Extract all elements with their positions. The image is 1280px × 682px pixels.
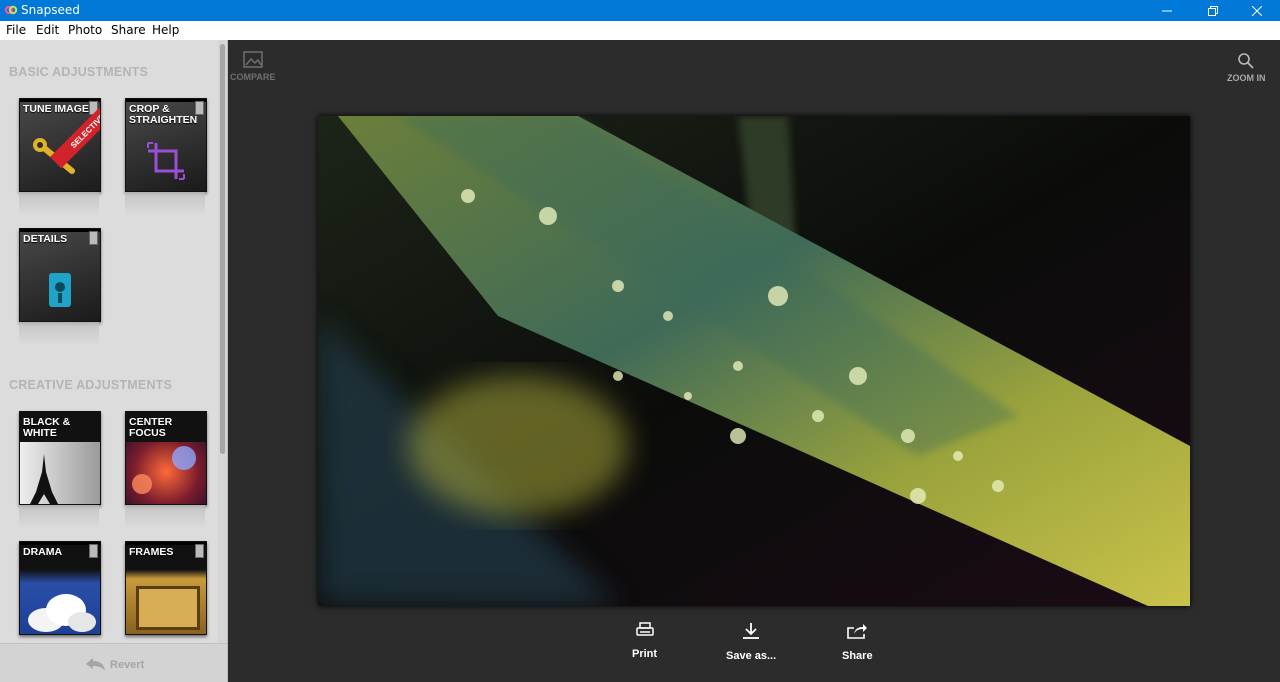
title-bar: Snapseed [0,0,1280,21]
tile-header-strip [20,229,100,232]
zoom-in-button[interactable]: ZOOM IN [1227,52,1266,83]
revert-button[interactable]: Revert [84,657,144,673]
save-as-button[interactable]: Save as... [726,622,776,662]
cloud-icon [28,594,96,632]
tile-reflection [125,505,205,529]
tile-header-strip [126,99,206,102]
undo-arrow-icon [86,658,105,671]
tool-drama[interactable]: DRAMA [19,541,101,635]
print-button[interactable]: Print [632,622,657,660]
minimize-button[interactable] [1144,0,1190,21]
tool-label: DETAILS [23,233,68,245]
sidebar: BASIC ADJUSTMENTS SELECTIVE TUNE IMAGE C… [0,40,228,682]
compare-label: COMPARE [230,72,276,82]
creative-adjustments-heading: CREATIVE ADJUSTMENTS [9,378,173,392]
menu-file[interactable]: File [6,23,26,37]
share-label: Share [842,650,873,662]
tile-reflection [19,322,99,346]
tool-label: CENTER FOCUS [129,416,173,439]
minimize-icon [1162,10,1172,11]
share-icon [847,624,868,639]
close-button[interactable] [1234,0,1280,21]
basic-adjustments-heading: BASIC ADJUSTMENTS [9,65,149,79]
tool-label: FRAMES [129,546,174,558]
bokeh-light [132,474,152,494]
tile-reflection [125,192,205,216]
share-button[interactable]: Share [842,622,873,662]
menu-help[interactable]: Help [152,23,179,37]
sidebar-scrollbar[interactable] [218,40,227,643]
tool-label: BLACK & WHITE [23,416,71,439]
tool-label: TUNE IMAGE [23,103,89,115]
magnifier-icon [1238,53,1254,69]
bokeh-light [172,446,196,470]
tool-crop-straighten[interactable]: CROP & STRAIGHTEN [125,98,207,192]
tool-details[interactable]: DETAILS [19,228,101,322]
selective-badge: SELECTIVE [68,111,101,150]
water-drops-grass-photo [318,116,1190,606]
tool-label: CROP & STRAIGHTEN [129,103,198,126]
menu-edit[interactable]: Edit [36,23,59,37]
revert-label: Revert [110,659,145,671]
restore-icon [1208,5,1218,16]
revert-bar: Revert [0,643,227,682]
pencil-sharpener-icon [49,273,71,307]
restore-button[interactable] [1190,0,1236,21]
compare-button[interactable]: COMPARE [230,51,275,82]
print-label: Print [632,648,658,660]
main-canvas: COMPARE ZOOM IN Print Save as... Share [228,40,1280,682]
tool-center-focus[interactable]: CENTER FOCUS [125,411,207,505]
tool-black-white[interactable]: BLACK & WHITE [19,411,101,505]
scrollbar-thumb[interactable] [220,44,225,454]
tile-reflection [19,505,99,529]
menu-share[interactable]: Share [111,23,146,37]
window-title: Snapseed [21,3,80,17]
download-icon [743,623,760,639]
menu-photo[interactable]: Photo [68,23,102,37]
eiffel-tower-icon [30,454,58,504]
tile-reflection [19,192,99,216]
tool-frames[interactable]: FRAMES [125,541,207,635]
tile-header-strip [20,542,100,545]
snapseed-logo-icon [4,5,18,15]
frame-texture [136,586,200,630]
tile-header-strip [126,542,206,545]
image-compare-icon [242,51,263,68]
tool-tune-image[interactable]: SELECTIVE TUNE IMAGE [19,98,101,192]
printer-icon [635,622,654,636]
zoom-in-label: ZOOM IN [1227,73,1266,83]
close-icon [1252,5,1262,16]
tool-label: DRAMA [23,546,63,558]
save-as-label: Save as... [726,650,777,662]
menu-bar: File Edit Photo Share Help [0,21,1280,41]
photo-preview[interactable] [318,116,1190,606]
crop-icon [147,142,185,180]
tile-header-strip [20,99,100,102]
